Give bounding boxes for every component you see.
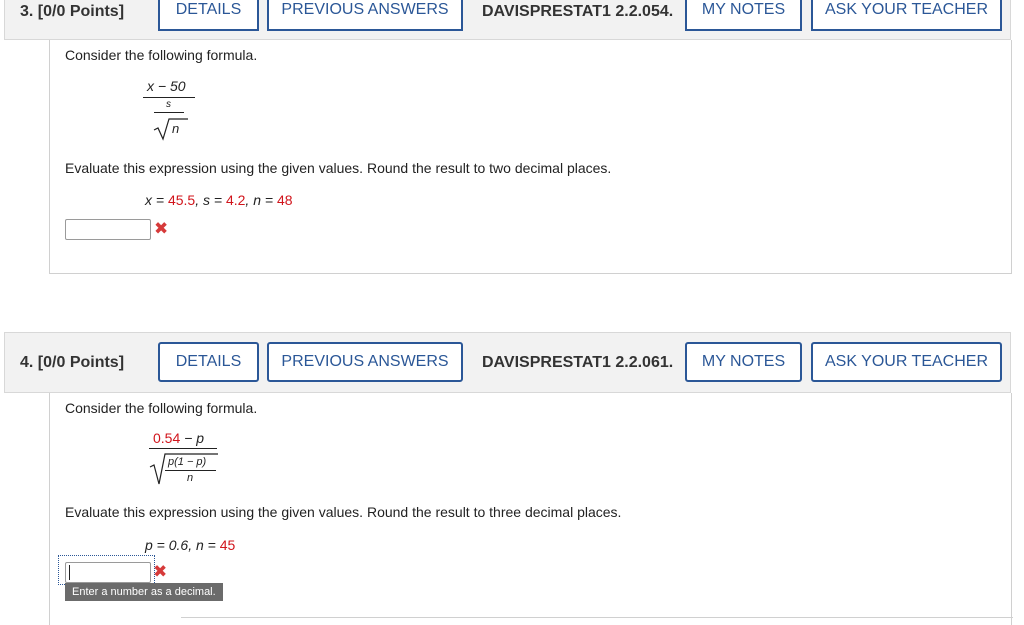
ask-your-teacher-button[interactable]: ASK YOUR TEACHER bbox=[811, 342, 1002, 382]
text-cursor bbox=[69, 565, 70, 580]
formula-numerator: x − 50 bbox=[147, 78, 186, 94]
formula-inner-numerator: s bbox=[166, 99, 171, 110]
inner-fraction-bar bbox=[165, 470, 216, 471]
divider bbox=[181, 617, 1013, 618]
question-reference: DAVISPRESTAT1 2.2.061. bbox=[482, 354, 674, 371]
question-number: 4. [0/0 Points] bbox=[20, 354, 124, 372]
formula-inner-denominator: n bbox=[172, 121, 180, 136]
question-points: [0/0 Points] bbox=[37, 3, 125, 20]
x-mark-icon: ✖ bbox=[154, 219, 169, 238]
answer-input[interactable] bbox=[65, 562, 151, 583]
s-value: 4.2 bbox=[225, 192, 246, 208]
x-label: x = bbox=[145, 192, 168, 208]
details-button[interactable]: DETAILS bbox=[158, 0, 259, 31]
n-label: , n = bbox=[245, 192, 277, 208]
intro-text: Consider the following formula. bbox=[65, 400, 258, 416]
intro-text: Consider the following formula. bbox=[65, 47, 258, 63]
sqrt-icon bbox=[153, 118, 188, 141]
given-values: p = 0.6, n = 45 bbox=[145, 537, 235, 553]
question-number: 3. [0/0 Points] bbox=[20, 3, 124, 21]
my-notes-button[interactable]: MY NOTES bbox=[685, 342, 802, 382]
question-number-label: 4. bbox=[20, 354, 34, 371]
formula-inner-denominator: n bbox=[187, 472, 194, 484]
question-header: 3. [0/0 Points] DETAILS PREVIOUS ANSWERS… bbox=[4, 0, 1011, 40]
question-reference: DAVISPRESTAT1 2.2.054. bbox=[482, 3, 674, 20]
formula-inner-numerator: p(1 − p) bbox=[168, 456, 207, 468]
answer-input[interactable] bbox=[65, 219, 151, 240]
formula-numerator: 0.54 − p bbox=[153, 430, 204, 446]
question-header: 4. [0/0 Points] DETAILS PREVIOUS ANSWERS… bbox=[4, 332, 1011, 393]
x-mark-icon: ✖ bbox=[153, 562, 168, 581]
instruction-text: Evaluate this expression using the given… bbox=[65, 160, 612, 176]
my-notes-button[interactable]: MY NOTES bbox=[685, 0, 802, 31]
ask-your-teacher-button[interactable]: ASK YOUR TEACHER bbox=[811, 0, 1002, 31]
question-points: [0/0 Points] bbox=[37, 354, 125, 371]
p-and-n-label: p = 0.6, n = bbox=[145, 537, 220, 553]
n-value: 45 bbox=[219, 537, 236, 553]
numerator-value: 0.54 bbox=[153, 430, 181, 446]
x-value: 45.5 bbox=[167, 192, 196, 208]
fraction-bar bbox=[149, 448, 217, 449]
previous-answers-button[interactable]: PREVIOUS ANSWERS bbox=[267, 0, 463, 31]
question-number-label: 3. bbox=[20, 3, 34, 20]
question-body: Consider the following formula. x − 50 s… bbox=[49, 40, 1012, 274]
given-values: x = 45.5, s = 4.2, n = 48 bbox=[145, 192, 293, 208]
previous-answers-button[interactable]: PREVIOUS ANSWERS bbox=[267, 342, 463, 382]
details-button[interactable]: DETAILS bbox=[158, 342, 259, 382]
instruction-text: Evaluate this expression using the given… bbox=[65, 504, 622, 520]
input-tooltip: Enter a number as a decimal. bbox=[65, 583, 223, 601]
numerator-rest: − p bbox=[180, 430, 204, 446]
inner-fraction-bar bbox=[154, 112, 184, 113]
s-label: , s = bbox=[195, 192, 226, 208]
n-value: 48 bbox=[276, 192, 293, 208]
fraction-bar bbox=[143, 97, 195, 98]
question-body: Consider the following formula. 0.54 − p… bbox=[49, 393, 1013, 625]
